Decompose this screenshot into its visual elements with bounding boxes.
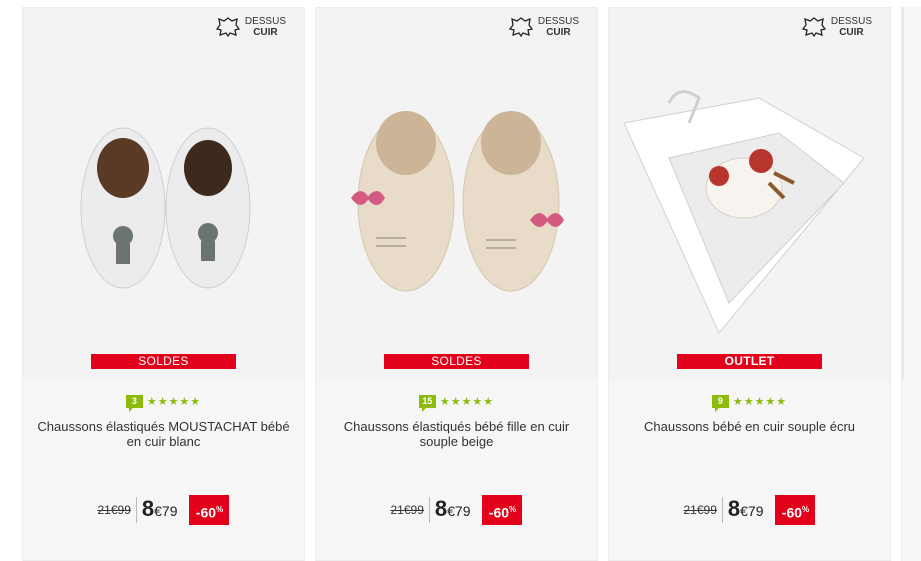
review-count: 15 bbox=[418, 395, 436, 412]
product-image[interactable]: DESSUS CUIR SOLDES bbox=[23, 8, 304, 380]
product-photo-beige-slippers bbox=[351, 111, 564, 292]
discount-value: -60 bbox=[781, 504, 803, 521]
sale-badge: SOLDES bbox=[384, 354, 529, 369]
old-price: 21€99 bbox=[98, 497, 137, 523]
new-price-cents: €79 bbox=[447, 503, 471, 519]
outlet-badge: OUTLET bbox=[677, 354, 822, 369]
new-price-main: 8 bbox=[727, 496, 741, 521]
product-card[interactable]: DESSUS CUIR OUTLET 9 ★★★★★ Chaussons bébé… bbox=[608, 7, 891, 561]
discount-badge: -60% bbox=[482, 495, 523, 525]
rating[interactable]: 3 ★★★★★ bbox=[23, 395, 304, 412]
new-price-main: 8 bbox=[141, 496, 155, 521]
price-row: 21€99 8€79 -60% bbox=[609, 495, 890, 525]
old-price: 21€99 bbox=[391, 497, 430, 523]
new-price-cents: €79 bbox=[740, 503, 764, 519]
new-price-cents: €79 bbox=[154, 503, 178, 519]
product-title[interactable]: Chaussons bébé en cuir souple écru bbox=[621, 419, 878, 434]
star-rating-icon: ★★★★★ bbox=[732, 396, 788, 408]
price-row: 21€99 8€79 -60% bbox=[316, 495, 597, 525]
star-rating-icon: ★★★★★ bbox=[439, 396, 495, 408]
product-image[interactable]: DESSUS CUIR SOLDES bbox=[316, 8, 597, 380]
discount-percent: % bbox=[216, 505, 224, 514]
new-price: 8€79 bbox=[137, 496, 190, 524]
discount-value: -60 bbox=[195, 504, 217, 521]
product-title[interactable]: Chaussons élastiqués MOUSTACHAT bébé en … bbox=[35, 419, 292, 449]
rating[interactable]: 15 ★★★★★ bbox=[316, 395, 597, 412]
new-price: 8€79 bbox=[430, 496, 483, 524]
product-photo-white-slippers bbox=[80, 127, 251, 289]
discount-badge: -60% bbox=[775, 495, 816, 525]
review-count: 3 bbox=[125, 395, 143, 412]
discount-percent: % bbox=[509, 505, 517, 514]
new-price: 8€79 bbox=[723, 496, 776, 524]
old-price: 21€99 bbox=[684, 497, 723, 523]
sale-badge: SOLDES bbox=[91, 354, 236, 369]
product-card[interactable]: DESSUS CUIR SOLDES 15 ★★★★★ Chaussons éla… bbox=[315, 7, 598, 561]
review-count: 9 bbox=[711, 395, 729, 412]
product-grid: DESSUS CUIR SOLDES 3 ★★★★★ Chaussons élas… bbox=[0, 0, 921, 561]
new-price-main: 8 bbox=[434, 496, 448, 521]
product-title[interactable]: Chaussons élastiqués bébé fille en cuir … bbox=[328, 419, 585, 449]
product-card[interactable]: DESSUS CUIR SOLDES 3 ★★★★★ Chaussons élas… bbox=[22, 7, 305, 561]
rating[interactable]: 9 ★★★★★ bbox=[609, 395, 890, 412]
product-image[interactable]: DESSUS CUIR OUTLET bbox=[609, 8, 890, 380]
discount-badge: -60% bbox=[189, 495, 230, 525]
product-photo-gift-box bbox=[623, 90, 865, 334]
star-rating-icon: ★★★★★ bbox=[146, 396, 202, 408]
next-product-card-partial[interactable] bbox=[901, 7, 921, 561]
discount-value: -60 bbox=[488, 504, 510, 521]
discount-percent: % bbox=[802, 505, 810, 514]
price-row: 21€99 8€79 -60% bbox=[23, 495, 304, 525]
